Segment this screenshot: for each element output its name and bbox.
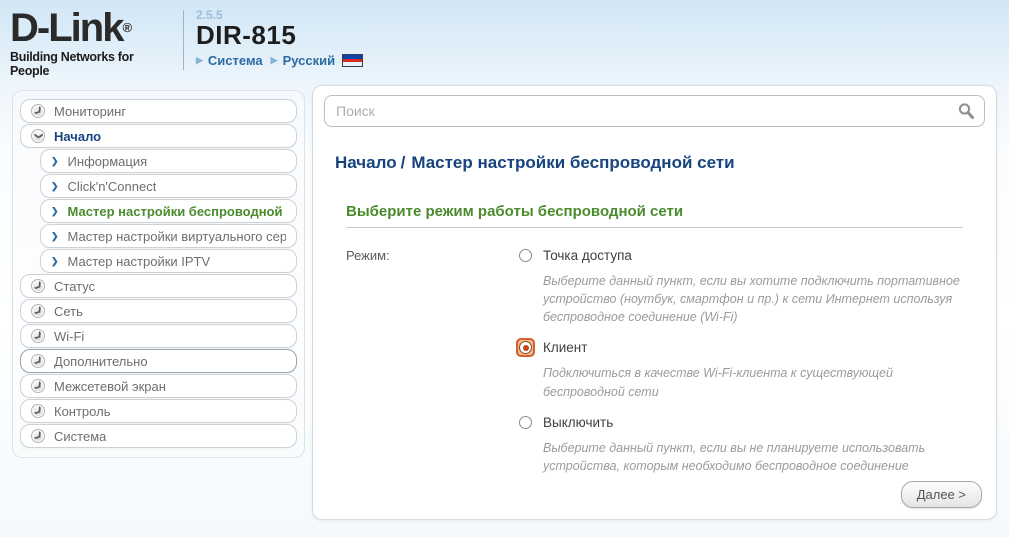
header: D-Link® Building Networks for People 2.5… [0,0,1009,80]
sidebar-item-firewall[interactable]: ❯ Межсетевой экран [20,374,297,398]
header-nav: ▶ Система ▶ Русский [196,53,363,68]
sidebar-item-label: Дополнительно [54,354,148,369]
option-label[interactable]: Клиент [543,340,587,355]
header-divider [183,10,184,70]
page-title: Мастер настройки беспроводной сети [411,153,734,172]
chevron-right-icon: ❯ [51,256,59,267]
sidebar-item-iptv-wizard[interactable]: ❯ Мастер настройки IPTV [40,249,297,273]
sidebar-item-label: Межсетевой экран [54,379,166,394]
sidebar-item-control[interactable]: ❯ Контроль [20,399,297,423]
language-menu-link[interactable]: Русский [283,53,336,68]
sidebar-item-label: Контроль [54,404,110,419]
sidebar-item-label: Мастер настройки виртуального сервера [68,229,286,244]
sidebar-item-label: Wi-Fi [54,329,84,344]
radio-access-point[interactable]: Точка доступа [516,246,963,265]
sidebar-item-network[interactable]: ❯ Сеть [20,299,297,323]
chevron-circle-icon: ❯ [31,429,45,443]
model-block: 2.5.5 DIR-815 ▶ Система ▶ Русский [196,8,363,68]
radio-selected-icon[interactable] [519,341,532,354]
sidebar-item-virtual-server-wizard[interactable]: ❯ Мастер настройки виртуального сервера [40,224,297,248]
chevron-circle-icon: ❯ [31,304,45,318]
radio-client[interactable]: Клиент [516,338,963,357]
mode-options: Точка доступа Выберите данный пункт, есл… [516,246,963,487]
sidebar-item-advanced[interactable]: ❯ Дополнительно [20,349,297,373]
chevron-circle-icon: ❯ [31,104,45,118]
chevron-circle-icon: ❯ [31,279,45,293]
wizard-form: Выберите режим работы беспроводной сети … [346,203,963,487]
sidebar: ❯ Мониторинг ❯ Начало ❯ Информация ❯ Cli… [12,90,305,458]
russian-flag-icon[interactable] [342,54,363,67]
sidebar-item-start[interactable]: ❯ Начало [20,124,297,148]
triangle-icon: ▶ [196,55,203,66]
sidebar-item-clicknconnect[interactable]: ❯ Click'n'Connect [40,174,297,198]
sidebar-item-wifi[interactable]: ❯ Wi-Fi [20,324,297,348]
chevron-right-icon: ❯ [51,156,59,167]
sidebar-item-label: Статус [54,279,95,294]
sidebar-item-label: Сеть [54,304,83,319]
chevron-circle-icon: ❯ [31,329,45,343]
search-input[interactable] [324,95,985,127]
section-title: Выберите режим работы беспроводной сети [346,203,963,228]
model-name: DIR-815 [196,22,363,48]
option-description: Выберите данный пункт, если вы хотите по… [543,272,963,326]
option-label[interactable]: Точка доступа [543,248,632,263]
chevron-right-icon: ❯ [51,206,59,217]
sidebar-item-label: Информация [68,154,148,169]
radio-icon[interactable] [519,249,532,262]
registered-mark: ® [122,20,132,35]
option-access-point: Точка доступа Выберите данный пункт, есл… [516,246,963,326]
chevron-circle-icon: ❯ [31,354,45,368]
option-description: Выберите данный пункт, если вы не планир… [543,439,963,475]
logo-tagline: Building Networks for People [10,50,175,78]
sidebar-item-monitoring[interactable]: ❯ Мониторинг [20,99,297,123]
sidebar-item-label: Мониторинг [54,104,126,119]
dlink-logo-text: D-Link® [10,8,175,48]
sidebar-item-status[interactable]: ❯ Статус [20,274,297,298]
breadcrumb: Начало/ Мастер настройки беспроводной сет… [335,153,985,173]
option-label[interactable]: Выключить [543,415,613,430]
mode-field-label: Режим: [346,246,516,487]
mode-field-row: Режим: Точка доступа Выберите данный пун… [346,246,963,487]
magnifier-icon[interactable] [957,102,975,120]
sidebar-item-label: Мастер настройки IPTV [68,254,211,269]
logo-wordmark: D-Link [10,6,122,50]
breadcrumb-separator: / [401,153,406,172]
option-client: Клиент Подключиться в качестве Wi-Fi-кли… [516,338,963,400]
sidebar-item-information[interactable]: ❯ Информация [40,149,297,173]
sidebar-item-wireless-wizard[interactable]: ❯ Мастер настройки беспроводной сети [40,199,297,223]
sidebar-item-system[interactable]: ❯ Система [20,424,297,448]
main-panel: Начало/ Мастер настройки беспроводной сет… [312,85,997,520]
chevron-down-circle-icon: ❯ [31,129,45,143]
radio-icon[interactable] [519,416,532,429]
chevron-right-icon: ❯ [51,181,59,192]
next-button[interactable]: Далее > [901,481,982,508]
chevron-circle-icon: ❯ [31,404,45,418]
chevron-right-icon: ❯ [51,231,59,242]
option-disable: Выключить Выберите данный пункт, если вы… [516,413,963,475]
sidebar-item-label: Мастер настройки беспроводной сети [68,204,286,219]
sidebar-item-label: Система [54,429,106,444]
option-description: Подключиться в качестве Wi-Fi-клиента к … [543,364,963,400]
sidebar-item-label: Начало [54,129,101,144]
content-row: ❯ Мониторинг ❯ Начало ❯ Информация ❯ Cli… [0,80,1009,520]
search-bar [324,95,985,127]
dlink-logo: D-Link® Building Networks for People [10,8,175,78]
sidebar-item-label: Click'n'Connect [68,179,157,194]
triangle-icon: ▶ [271,55,278,66]
chevron-circle-icon: ❯ [31,379,45,393]
breadcrumb-section[interactable]: Начало [335,153,397,172]
radio-disable[interactable]: Выключить [516,413,963,432]
system-menu-link[interactable]: Система [208,53,263,68]
